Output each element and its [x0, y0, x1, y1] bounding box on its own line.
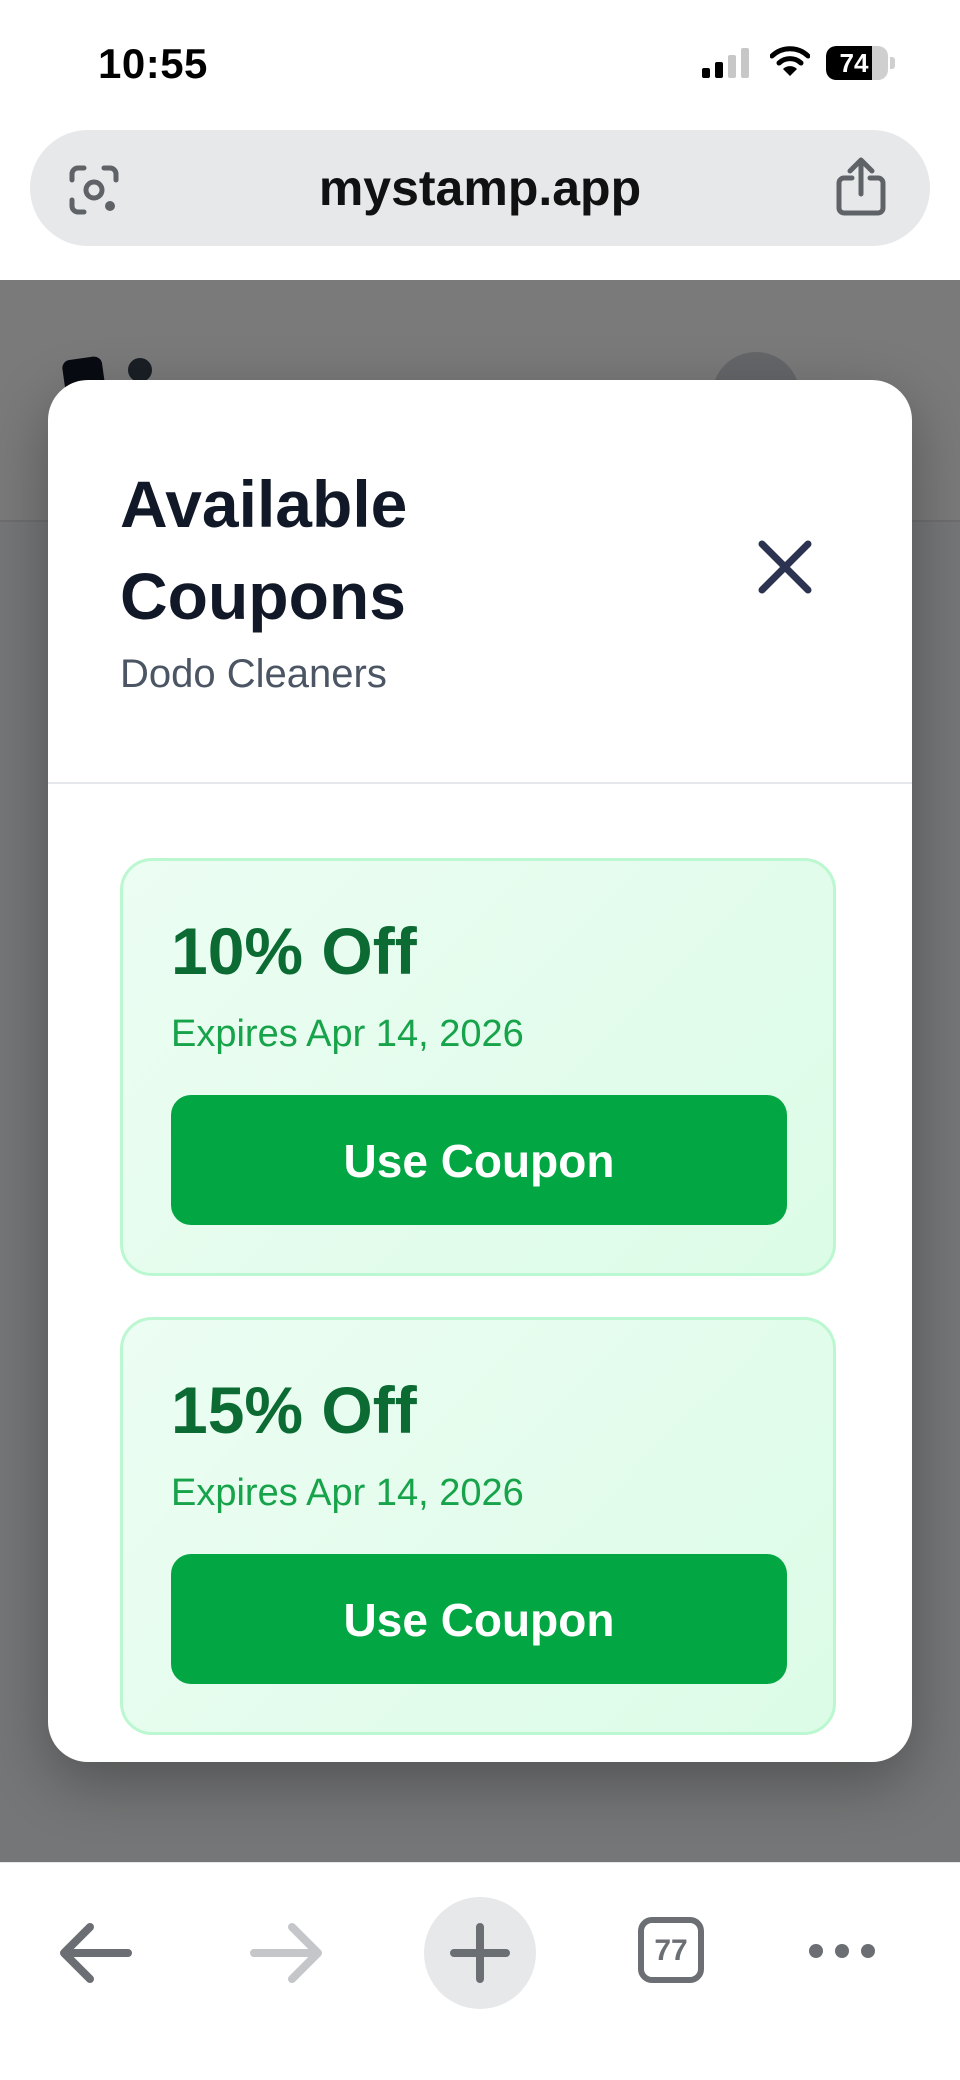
- cellular-signal-icon: [702, 48, 749, 78]
- url-text[interactable]: mystamp.app: [30, 130, 930, 246]
- close-icon[interactable]: [738, 520, 832, 614]
- use-coupon-button[interactable]: Use Coupon: [171, 1554, 787, 1684]
- battery-icon: 74: [826, 46, 896, 80]
- browser-toolbar: 77: [0, 1862, 960, 2080]
- coupon-card: 15% Off Expires Apr 14, 2026 Use Coupon: [120, 1317, 836, 1735]
- coupons-modal: Available Coupons Dodo Cleaners 10% Off …: [48, 380, 912, 1762]
- plus-icon: [450, 1923, 510, 1983]
- share-icon[interactable]: [832, 156, 890, 218]
- coupon-expiry: Expires Apr 14, 2026: [171, 1472, 524, 1514]
- battery-level: 74: [839, 48, 869, 78]
- back-arrow-icon[interactable]: [36, 1893, 156, 2013]
- more-icon[interactable]: [782, 1893, 902, 2013]
- coupon-title: 15% Off: [171, 1373, 417, 1447]
- wifi-icon: [770, 46, 810, 76]
- modal-title: Available Coupons: [120, 467, 408, 633]
- address-bar[interactable]: mystamp.app: [30, 130, 930, 246]
- tabs-icon: 77: [638, 1917, 704, 1983]
- coupon-title: 10% Off: [171, 914, 417, 988]
- modal-header: Available Coupons Dodo Cleaners: [48, 380, 912, 784]
- browser-address-area: mystamp.app: [0, 120, 960, 280]
- status-bar: 10:55 74: [0, 0, 960, 120]
- new-tab-button[interactable]: [424, 1897, 536, 2009]
- status-time: 10:55: [98, 40, 208, 87]
- coupon-card: 10% Off Expires Apr 14, 2026 Use Coupon: [120, 858, 836, 1276]
- modal-subtitle: Dodo Cleaners: [120, 652, 387, 696]
- tabs-button[interactable]: 77: [612, 1893, 732, 2013]
- google-lens-icon[interactable]: [66, 162, 122, 218]
- coupon-expiry: Expires Apr 14, 2026: [171, 1013, 524, 1055]
- use-coupon-button[interactable]: Use Coupon: [171, 1095, 787, 1225]
- forward-arrow-icon[interactable]: [226, 1893, 346, 2013]
